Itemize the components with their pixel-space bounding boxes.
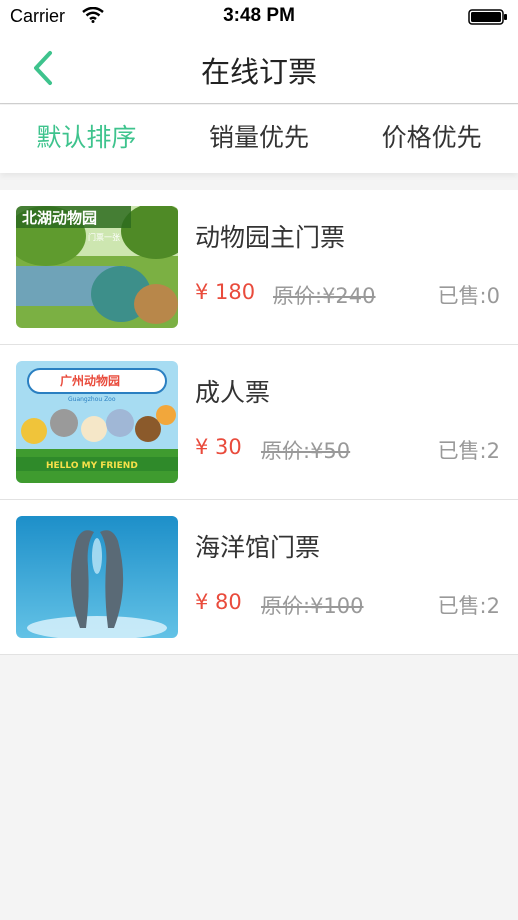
tab-sales-first[interactable]: 销量优先 [173, 105, 346, 173]
ticket-item-adult[interactable]: 广州动物园 Guangzhou Zoo HELLO MY FRIEND 成人票 … [0, 345, 518, 500]
battery-icon [468, 9, 507, 25]
thumb-sub-text: 门票一张 [88, 232, 120, 242]
ticket-item-zoo-main[interactable]: 北湖动物园 门票一张 动物园主门票 ¥ 180 原价:¥240 已售:0 [0, 190, 518, 345]
ticket-price: ¥ 180 [195, 280, 256, 304]
ticket-list: 北湖动物园 门票一张 动物园主门票 ¥ 180 原价:¥240 已售:0 广州动… [0, 190, 518, 655]
ticket-item-aquarium[interactable]: 海洋馆门票 ¥ 80 原价:¥100 已售:2 [0, 500, 518, 655]
thumb-title-text: 北湖动物园 [22, 209, 97, 227]
page-title: 在线订票 [200, 55, 317, 89]
ticket-original-price: 原价:¥50 [261, 439, 351, 463]
thumb-banner-text: HELLO MY FRIEND [46, 461, 138, 471]
ticket-sold-count: 已售:2 [437, 594, 500, 618]
thumb-sub-text: Guangzhou Zoo [68, 396, 116, 403]
ticket-original-price: 原价:¥100 [261, 594, 364, 618]
ticket-thumbnail: 广州动物园 Guangzhou Zoo HELLO MY FRIEND [16, 361, 178, 483]
thumb-title-text: 广州动物园 [60, 373, 120, 388]
zoo-lake-image: 北湖动物园 门票一张 [16, 206, 178, 328]
tab-default-sort[interactable]: 默认排序 [0, 105, 173, 173]
ticket-name: 成人票 [195, 378, 271, 407]
tab-price-first[interactable]: 价格优先 [345, 105, 518, 173]
ticket-price: ¥ 80 [195, 590, 242, 614]
ticket-name: 海洋馆门票 [195, 533, 321, 562]
sort-tabs: 默认排序 销量优先 价格优先 [0, 105, 518, 173]
ticket-sold-count: 已售:0 [437, 284, 500, 308]
zoo-cartoon-image: 广州动物园 Guangzhou Zoo HELLO MY FRIEND [16, 361, 178, 483]
ticket-sold-count: 已售:2 [437, 439, 500, 463]
status-bar: Carrier 3:48 PM [0, 0, 518, 34]
nav-bar: 在线订票 [0, 34, 518, 104]
ticket-thumbnail [16, 516, 178, 638]
dolphin-image [16, 516, 178, 638]
ticket-original-price: 原价:¥240 [273, 284, 376, 308]
ticket-thumbnail: 北湖动物园 门票一张 [16, 206, 178, 328]
ticket-name: 动物园主门票 [195, 223, 346, 252]
status-time: 3:48 PM [223, 5, 295, 26]
ticket-price: ¥ 30 [195, 435, 242, 459]
